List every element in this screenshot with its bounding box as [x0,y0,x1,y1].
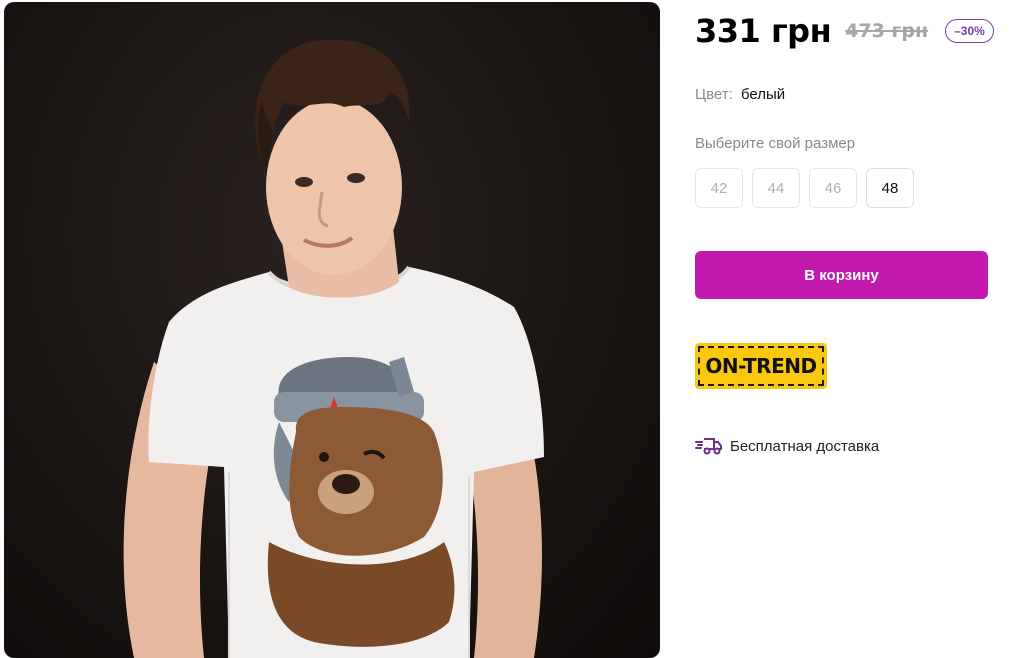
delivery-text: Бесплатная доставка [730,437,880,455]
color-label: Цвет: [695,86,733,103]
size-prompt: Выберите свой размер [695,135,856,152]
size-option-48[interactable]: 48 [866,168,914,208]
free-delivery-info: Бесплатная доставка [695,436,879,456]
delivery-truck-icon [695,436,723,456]
discount-badge: –30% [945,19,994,43]
size-selector: 42 44 46 48 [695,168,914,208]
size-option-46[interactable]: 46 [809,168,857,208]
price-row: 331 грн 473 грн –30% [695,12,994,50]
product-photo[interactable] [4,2,660,658]
old-price: 473 грн [845,20,929,42]
product-info: 331 грн 473 грн –30% Цвет: белый Выберит… [695,0,995,658]
size-option-42[interactable]: 42 [695,168,743,208]
color-row: Цвет: белый [695,86,785,103]
on-trend-badge: ON-TREND [695,343,827,389]
add-to-cart-button[interactable]: В корзину [695,251,988,299]
color-value: белый [740,86,786,103]
size-option-44[interactable]: 44 [752,168,800,208]
current-price: 331 грн [695,12,832,50]
product-page: 331 грн 473 грн –30% Цвет: белый Выберит… [0,0,1024,658]
product-photo-illustration [123,39,544,658]
